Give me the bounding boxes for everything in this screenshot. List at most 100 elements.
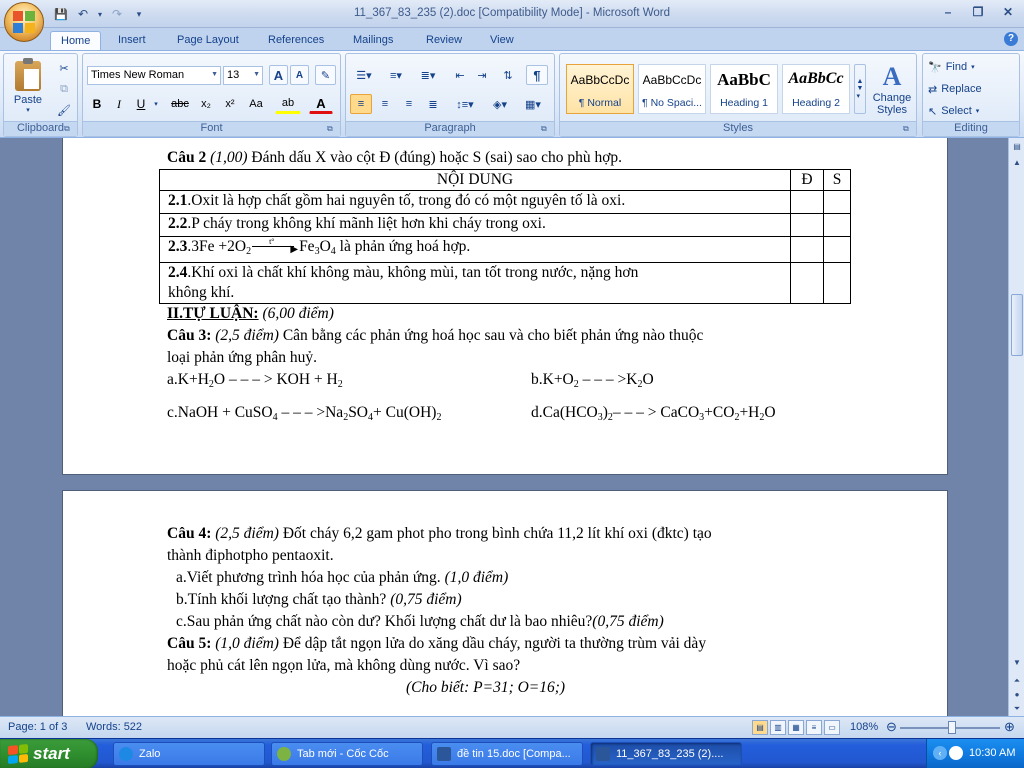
page-1[interactable]: Câu 2 (1,00) Đánh dấu X vào cột Đ (đúng)… <box>62 138 948 475</box>
highlight-button[interactable]: ab <box>275 94 301 114</box>
show-marks-icon[interactable]: ¶ <box>526 65 548 85</box>
tab-insert[interactable]: Insert <box>108 31 156 50</box>
increase-indent-icon[interactable]: ⇥ <box>472 65 492 85</box>
start-button[interactable]: start <box>0 739 98 768</box>
clock[interactable]: 10:30 AM <box>969 747 1015 759</box>
find-button[interactable]: 🔭 Find ▾ <box>927 57 1015 77</box>
answer-cell-d[interactable] <box>790 190 824 214</box>
style-heading-1[interactable]: AaBbC Heading 1 <box>710 64 778 114</box>
web-layout-icon[interactable]: ▦ <box>788 720 804 735</box>
styles-launcher-icon[interactable]: ⧉ <box>903 124 913 134</box>
font-name-combo[interactable]: Times New Roman ▼ <box>87 66 221 85</box>
answer-cell-d[interactable] <box>790 236 824 263</box>
scroll-down-icon[interactable]: ▼ <box>1011 656 1023 670</box>
page-2[interactable]: Câu 4: (2,5 điểm) Đốt cháy 6,2 gam phot … <box>62 490 948 716</box>
office-button[interactable] <box>4 2 44 42</box>
styles-scroll[interactable]: ▲ ▼ ▾ <box>854 64 866 114</box>
bullets-icon[interactable]: ☰▾ <box>350 65 378 85</box>
tab-review[interactable]: Review <box>416 31 472 50</box>
borders-icon[interactable]: ▦▾ <box>518 94 548 114</box>
numbering-icon[interactable]: ≡▾ <box>382 65 410 85</box>
browse-object-icon[interactable]: ● <box>1011 688 1023 702</box>
cau4-points: (2,5 điểm) <box>211 525 279 542</box>
change-styles-button[interactable]: A Change Styles <box>870 58 914 120</box>
zoom-level[interactable]: 108% <box>850 721 878 733</box>
font-launcher-icon[interactable]: ⧉ <box>327 124 337 134</box>
answer-cell-s[interactable] <box>823 236 851 263</box>
scroll-thumb[interactable] <box>1011 294 1023 356</box>
answer-cell-s[interactable] <box>823 213 851 237</box>
taskbar-item-de-tin[interactable]: đề tin 15.doc [Compa... <box>431 742 583 766</box>
taskbar-item-zalo[interactable]: Zalo <box>113 742 265 766</box>
minimize-button[interactable]: – <box>936 3 960 21</box>
answer-cell-s[interactable] <box>823 190 851 214</box>
format-painter-icon[interactable]: 🖌 <box>54 100 74 120</box>
scroll-up-icon[interactable]: ▲ <box>1011 156 1023 170</box>
style-normal[interactable]: AaBbCcDc ¶ Normal <box>566 64 634 114</box>
grow-font-button[interactable]: A <box>269 65 288 85</box>
superscript-button[interactable]: x² <box>219 94 241 114</box>
print-layout-icon[interactable]: ▤ <box>752 720 768 735</box>
answer-cell-d[interactable] <box>790 262 824 304</box>
page-count[interactable]: Page: 1 of 3 <box>8 721 67 733</box>
ruler-toggle-icon[interactable]: ▤ <box>1011 140 1023 154</box>
tab-references[interactable]: References <box>258 31 334 50</box>
underline-dropdown-icon[interactable]: ▾ <box>151 94 161 114</box>
decrease-indent-icon[interactable]: ⇤ <box>450 65 470 85</box>
zalo-tray-icon[interactable] <box>949 746 963 760</box>
strikethrough-button[interactable]: abc <box>167 94 193 114</box>
previous-page-icon[interactable]: ⏶ <box>1011 674 1023 688</box>
style-no-spacing[interactable]: AaBbCcDc ¶ No Spaci... <box>638 64 706 114</box>
bold-button[interactable]: B <box>87 94 107 114</box>
styles-group: AaBbCcDc ¶ Normal AaBbCcDc ¶ No Spaci...… <box>559 53 917 137</box>
justify-icon[interactable]: ≣ <box>422 94 444 114</box>
clipboard-launcher-icon[interactable]: ⧉ <box>64 124 74 134</box>
shrink-font-button[interactable]: A <box>290 65 309 85</box>
multilevel-list-icon[interactable]: ≣▾ <box>414 65 442 85</box>
zoom-out-icon[interactable]: ⊖ <box>886 719 897 735</box>
zoom-slider-thumb[interactable] <box>948 721 956 734</box>
vertical-scrollbar[interactable]: ▤ ▲ ▼ ⏶ ● ⏷ <box>1008 138 1024 716</box>
clear-format-icon[interactable]: ✎ <box>315 65 336 85</box>
copy-icon[interactable]: ⧉ <box>54 79 74 99</box>
tab-view[interactable]: View <box>480 31 524 50</box>
zoom-in-icon[interactable]: ⊕ <box>1004 719 1015 735</box>
document-area[interactable]: Câu 2 (1,00) Đánh dấu X vào cột Đ (đúng)… <box>0 138 1008 716</box>
part2-heading: II.TỰ LUẬN: <box>167 305 259 322</box>
align-left-icon[interactable]: ≡ <box>350 94 372 114</box>
draft-icon[interactable]: ▭ <box>824 720 840 735</box>
replace-button[interactable]: ⇄ Replace <box>927 79 1015 99</box>
tray-expand-icon[interactable]: ‹ <box>933 746 947 760</box>
paragraph-launcher-icon[interactable]: ⧉ <box>541 124 551 134</box>
full-screen-reading-icon[interactable]: ▥ <box>770 720 786 735</box>
subscript-button[interactable]: x₂ <box>195 94 217 114</box>
tab-home[interactable]: Home <box>50 31 102 50</box>
taskbar-item-current-doc[interactable]: 11_367_83_235 (2).... <box>590 742 742 766</box>
underline-button[interactable]: U <box>131 94 151 114</box>
help-icon[interactable]: ? <box>1004 32 1018 46</box>
paste-button[interactable]: Paste ▾ <box>8 56 48 118</box>
font-size-combo[interactable]: 13 ▼ <box>223 66 263 85</box>
tab-mailings[interactable]: Mailings <box>343 31 403 50</box>
italic-button[interactable]: I <box>109 94 129 114</box>
answer-cell-d[interactable] <box>790 213 824 237</box>
sort-icon[interactable]: ⇅ <box>498 65 518 85</box>
equation-b: b.K+O2 – – – >K2O <box>531 371 654 390</box>
align-center-icon[interactable]: ≡ <box>374 94 396 114</box>
line-spacing-icon[interactable]: ↕≡▾ <box>450 94 480 114</box>
cut-icon[interactable]: ✂ <box>54 58 74 78</box>
change-case-button[interactable]: Aa <box>243 94 269 114</box>
answer-cell-s[interactable] <box>823 262 851 304</box>
outline-icon[interactable]: ≡ <box>806 720 822 735</box>
font-color-button[interactable]: A <box>309 94 333 114</box>
close-button[interactable]: ✕ <box>996 3 1020 21</box>
align-right-icon[interactable]: ≡ <box>398 94 420 114</box>
next-page-icon[interactable]: ⏷ <box>1011 702 1023 716</box>
tab-page-layout[interactable]: Page Layout <box>167 31 249 50</box>
word-count[interactable]: Words: 522 <box>86 721 142 733</box>
shading-icon[interactable]: ◈▾ <box>486 94 514 114</box>
taskbar-item-coccoc[interactable]: Tab mới - Cốc Cốc <box>271 742 423 766</box>
select-button[interactable]: ↖ Select ▾ <box>927 101 1015 121</box>
style-heading-2[interactable]: AaBbCc Heading 2 <box>782 64 850 114</box>
restore-button[interactable]: ❐ <box>966 3 990 21</box>
